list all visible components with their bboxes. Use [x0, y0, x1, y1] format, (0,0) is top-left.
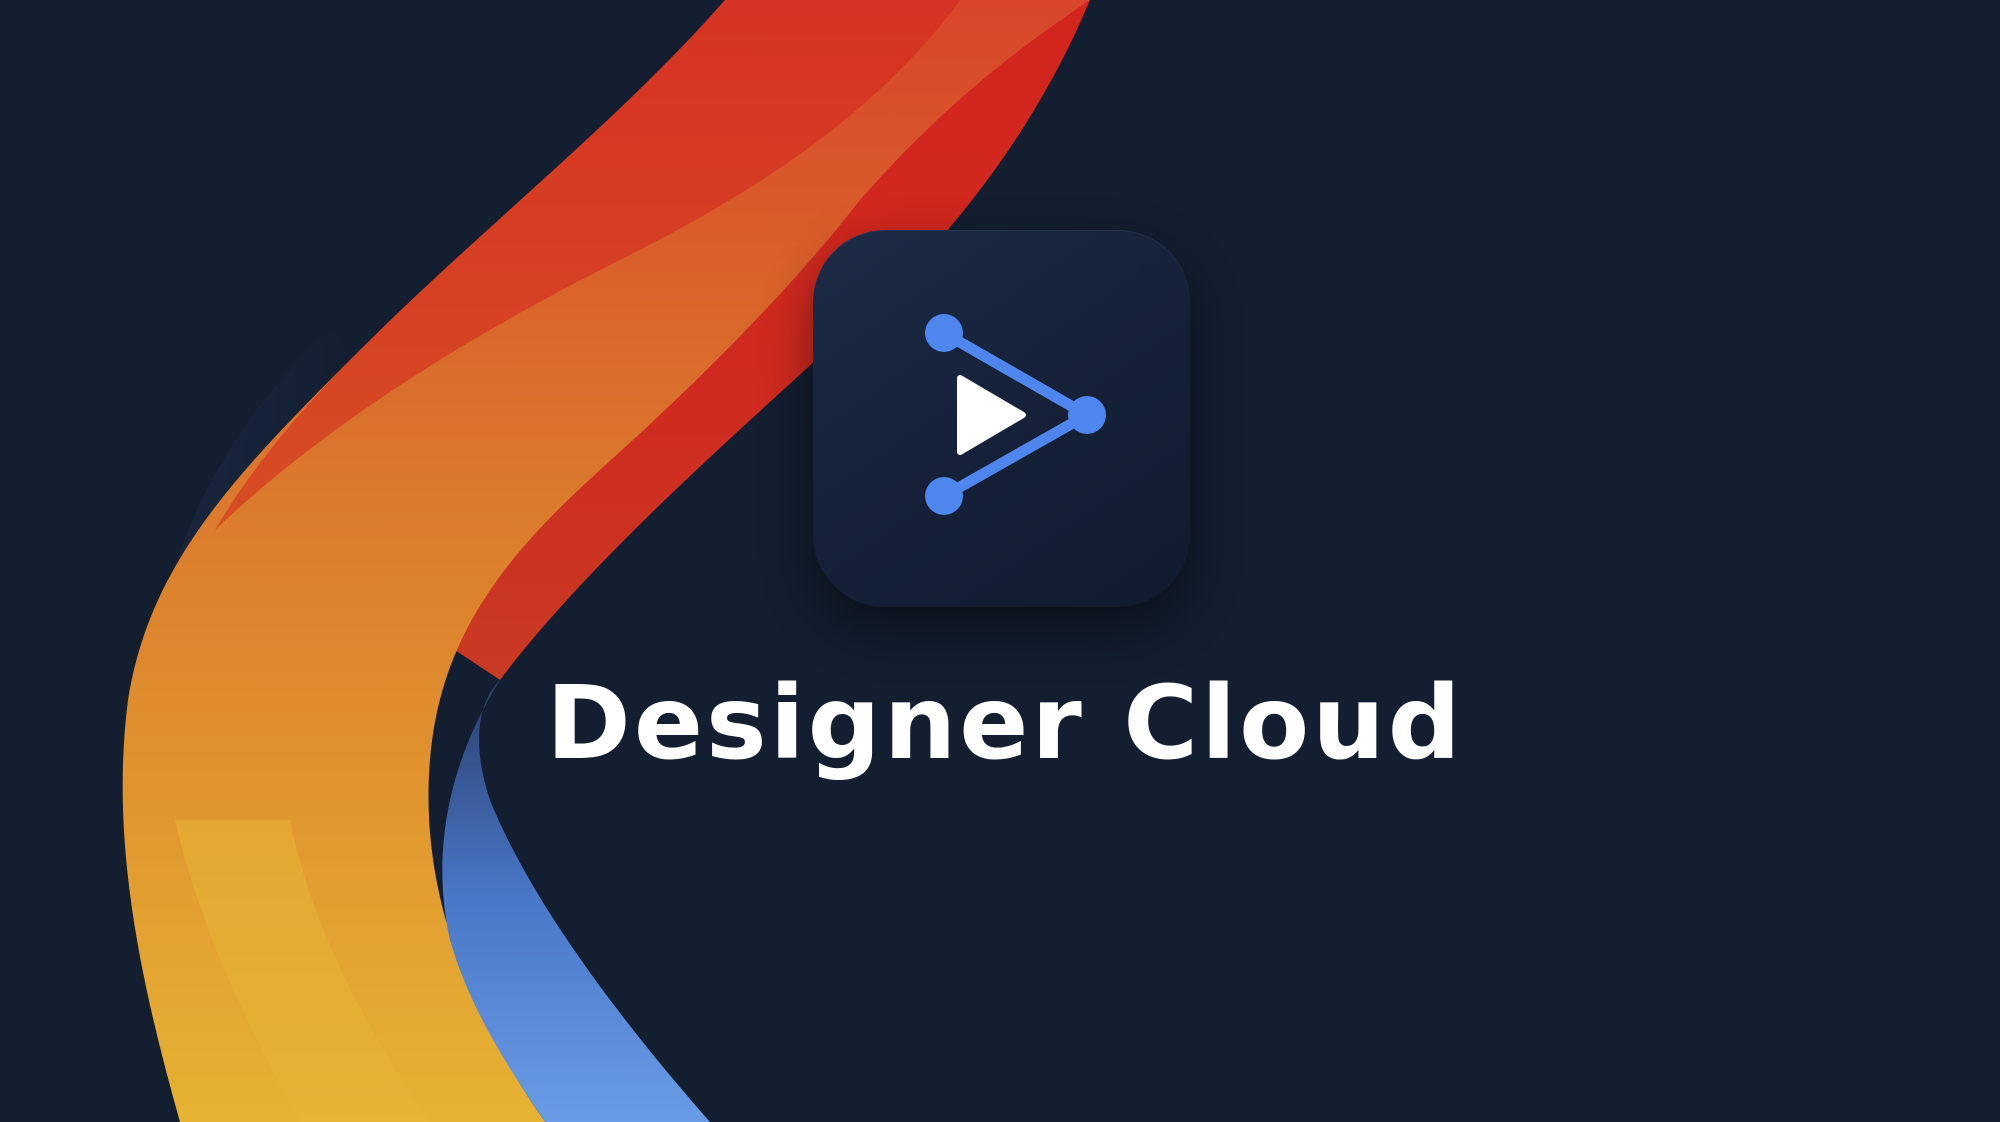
app-title: Designer Cloud	[546, 664, 1464, 783]
play-network-icon	[925, 314, 1106, 515]
app-icon	[813, 230, 1190, 607]
splash-screen: Designer Cloud	[0, 0, 2000, 1122]
